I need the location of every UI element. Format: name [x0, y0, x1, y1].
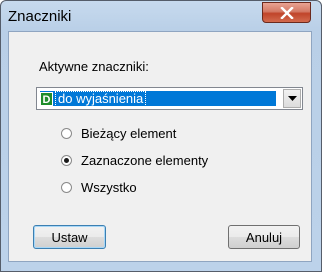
radio-button-checked-icon[interactable]	[61, 154, 72, 166]
radio-current-element[interactable]: Bieżący element	[61, 125, 176, 141]
active-markers-label: Aktywne znaczniki:	[39, 59, 149, 74]
radio-label: Bieżący element	[81, 125, 177, 141]
radio-button-icon[interactable]	[61, 181, 72, 193]
radio-label: Zaznaczone elementy	[81, 152, 209, 168]
radio-button-icon[interactable]	[61, 127, 72, 139]
marker-select[interactable]: D do wyjaśnienia	[36, 87, 303, 110]
set-button[interactable]: Ustaw	[33, 225, 106, 249]
radio-selected-elements[interactable]: Zaznaczone elementy	[61, 152, 208, 168]
radio-all[interactable]: Wszystko	[61, 179, 137, 195]
radio-label: Wszystko	[81, 179, 137, 195]
cancel-button[interactable]: Anuluj	[228, 225, 300, 249]
set-button-label: Ustaw	[51, 229, 88, 245]
select-current-value: D do wyjaśnienia	[40, 90, 276, 107]
cancel-button-label: Anuluj	[245, 229, 283, 245]
marker-badge: D	[40, 91, 53, 106]
select-dropdown-button[interactable]	[283, 89, 301, 108]
chevron-down-icon	[287, 95, 297, 101]
dialog-client-area: Aktywne znaczniki: D do wyjaśnienia Bież…	[0, 0, 322, 272]
select-value-text: do wyjaśnienia	[55, 90, 147, 107]
